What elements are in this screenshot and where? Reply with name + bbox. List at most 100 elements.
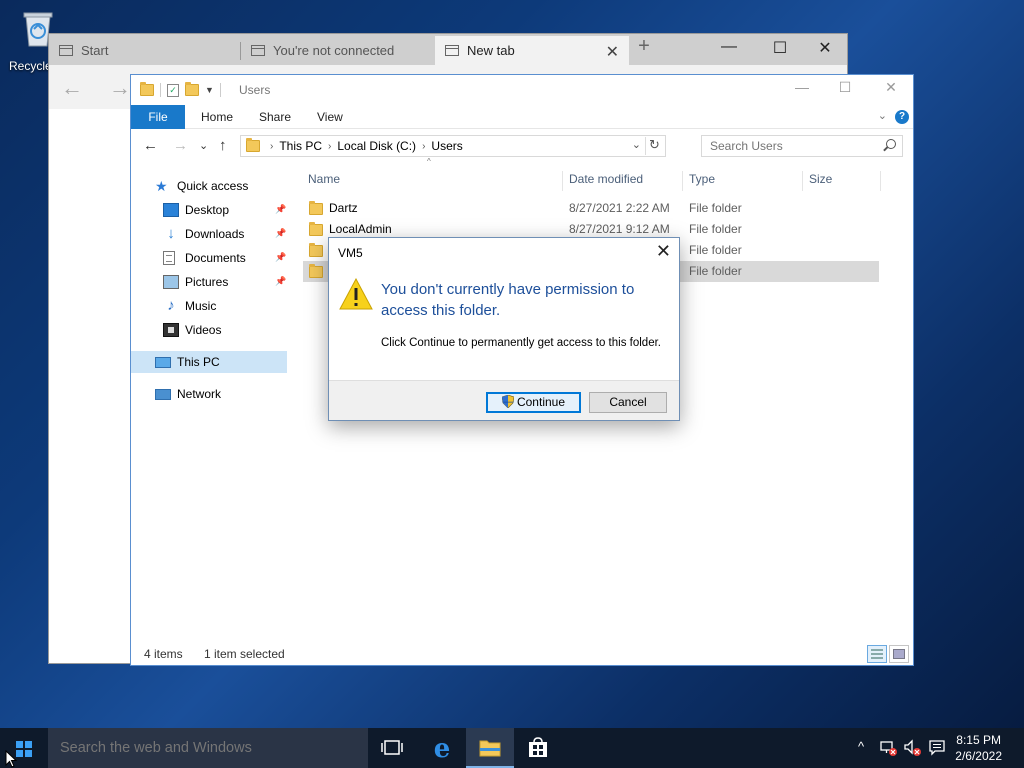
edge-taskbar-button[interactable]: e <box>418 728 466 768</box>
browser-forward-icon[interactable]: → <box>109 75 131 101</box>
back-button[interactable]: ← <box>143 137 158 154</box>
file-explorer-icon <box>479 740 501 757</box>
taskbar-search[interactable] <box>48 728 368 768</box>
show-hidden-icons-button[interactable]: ^ <box>858 739 864 754</box>
explorer-minimize-button[interactable]: — <box>779 79 825 95</box>
address-dropdown-icon[interactable]: ⌄ <box>632 138 641 151</box>
file-type: File folder <box>689 201 742 215</box>
search-input[interactable] <box>710 136 880 156</box>
address-bar[interactable]: › This PC › Local Disk (C:) › Users ⌄ ↻ <box>240 135 666 157</box>
nav-label: Network <box>177 387 222 401</box>
nav-documents[interactable]: Documents 📌 <box>163 247 289 269</box>
breadcrumb-separator[interactable]: › <box>422 141 425 152</box>
item-count: 4 items <box>144 647 183 661</box>
nav-pictures[interactable]: Pictures 📌 <box>163 271 289 293</box>
network-status-icon[interactable] <box>880 739 898 757</box>
search-icon[interactable] <box>886 139 896 149</box>
new-folder-icon[interactable] <box>185 82 199 96</box>
ribbon-tabs: File Home Share View ⌄ ? <box>131 105 913 129</box>
dialog-close-button[interactable]: ✕ <box>656 242 671 260</box>
continue-button[interactable]: Continue <box>486 392 581 413</box>
new-tab-button[interactable]: + <box>629 35 659 58</box>
table-row[interactable]: Dartz 8/27/2021 2:22 AM File folder <box>303 198 879 219</box>
up-button[interactable]: ↑ <box>219 137 227 154</box>
properties-icon[interactable]: ✓ <box>167 83 179 97</box>
nav-music[interactable]: ♪ Music <box>163 295 216 317</box>
system-clock[interactable]: 8:15 PM 2/6/2022 <box>955 732 1002 764</box>
folder-icon <box>309 201 323 215</box>
permission-dialog: VM5 ✕ You don't currently have permissio… <box>328 237 680 421</box>
tab-not-connected[interactable]: You're not connected <box>241 36 435 65</box>
nav-quick-access[interactable]: ★ Quick access <box>155 175 248 197</box>
browser-back-icon[interactable]: ← <box>61 75 83 101</box>
nav-this-pc[interactable]: This PC <box>131 351 287 373</box>
file-type: File folder <box>689 243 742 257</box>
cancel-button[interactable]: Cancel <box>589 392 667 413</box>
help-icon[interactable]: ? <box>895 110 909 124</box>
svg-text:e: e <box>434 734 451 764</box>
breadcrumb-local-disk[interactable]: Local Disk (C:) <box>337 139 416 153</box>
sort-ascending-icon: ^ <box>427 157 431 166</box>
tab-label: You're not connected <box>273 43 395 58</box>
breadcrumb-separator[interactable]: › <box>328 141 331 152</box>
nav-network[interactable]: Network <box>155 383 221 405</box>
ribbon-tab-home[interactable]: Home <box>187 105 247 129</box>
folder-icon <box>309 222 323 236</box>
tab-new-tab[interactable]: New tab ✕ <box>435 36 629 65</box>
search-box[interactable] <box>701 135 903 157</box>
nav-label: Documents <box>185 251 246 265</box>
folder-icon <box>309 264 323 278</box>
store-taskbar-button[interactable] <box>514 728 562 768</box>
ribbon-tab-file[interactable]: File <box>131 105 185 129</box>
nav-downloads[interactable]: ↓ Downloads 📌 <box>163 223 289 245</box>
breadcrumb-users[interactable]: Users <box>431 139 462 153</box>
volume-muted-icon[interactable] <box>904 739 922 757</box>
pin-icon: 📌 <box>275 228 287 238</box>
file-explorer-taskbar-button[interactable] <box>466 728 514 768</box>
picture-icon <box>163 275 179 289</box>
explorer-close-button[interactable]: ✕ <box>868 79 914 96</box>
recent-locations-button[interactable]: ⌄ <box>199 139 208 152</box>
large-icons-view-button[interactable] <box>889 645 909 663</box>
taskbar-search-input[interactable] <box>60 738 350 758</box>
column-header-name[interactable]: Name <box>303 167 563 191</box>
refresh-icon[interactable]: ↻ <box>645 137 663 155</box>
nav-videos[interactable]: Videos <box>163 319 221 341</box>
star-icon: ★ <box>155 178 168 194</box>
taskbar: e ^ 8:15 PM 2/6/2022 <box>0 728 1024 768</box>
tab-page-icon <box>445 45 459 56</box>
window-title: Users <box>239 83 271 97</box>
tab-label: New tab <box>467 43 515 58</box>
expand-ribbon-icon[interactable]: ⌄ <box>878 109 887 122</box>
nav-label: Pictures <box>185 275 229 289</box>
breadcrumb-separator[interactable]: › <box>270 141 273 152</box>
breadcrumb-this-pc[interactable]: This PC <box>279 139 322 153</box>
browser-minimize-button[interactable]: — <box>714 38 744 56</box>
music-note-icon: ♪ <box>167 297 175 314</box>
close-tab-icon[interactable]: ✕ <box>606 42 619 62</box>
ribbon-tab-view[interactable]: View <box>303 105 357 129</box>
ribbon-tab-share[interactable]: Share <box>245 105 305 129</box>
clock-date: 2/6/2022 <box>955 749 1002 763</box>
dialog-main-message: You don't currently have permission to a… <box>381 281 635 319</box>
tab-start[interactable]: Start <box>49 36 241 65</box>
column-header-date-modified[interactable]: Date modified <box>564 167 682 191</box>
network-icon <box>155 388 171 400</box>
edge-browser-icon: e <box>434 734 451 764</box>
nav-label: Music <box>185 299 217 313</box>
explorer-maximize-button[interactable]: ☐ <box>822 79 868 96</box>
nav-label: Quick access <box>177 179 249 193</box>
column-header-type[interactable]: Type <box>684 167 802 191</box>
action-center-icon[interactable] <box>928 739 946 757</box>
tab-page-icon <box>59 45 73 56</box>
browser-close-button[interactable]: ✕ <box>810 38 840 58</box>
customize-toolbar-dropdown-icon[interactable]: ▼ <box>205 85 214 95</box>
task-view-button[interactable] <box>368 728 416 768</box>
details-view-button[interactable] <box>867 645 887 663</box>
tab-label: Start <box>81 43 109 58</box>
nav-label: Videos <box>185 323 222 337</box>
forward-button[interactable]: → <box>173 137 188 154</box>
browser-maximize-button[interactable]: ☐ <box>765 38 795 58</box>
column-header-size[interactable]: Size <box>804 167 880 191</box>
nav-desktop[interactable]: Desktop 📌 <box>163 199 289 221</box>
